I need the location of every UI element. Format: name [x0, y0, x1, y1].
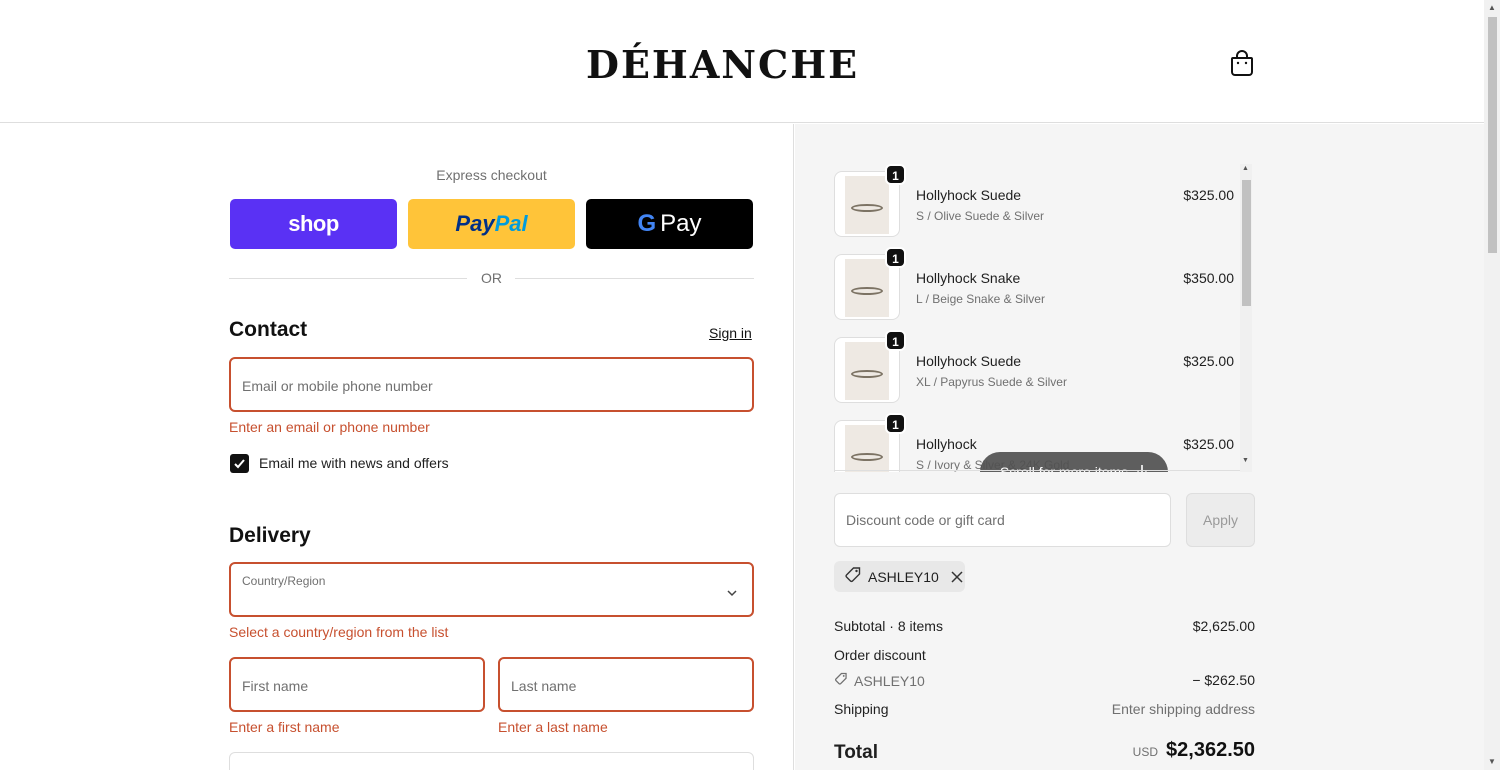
item-name: Hollyhock Suede [916, 187, 1022, 203]
newsletter-checkbox[interactable] [230, 454, 249, 473]
express-checkout-label: Express checkout [436, 167, 547, 183]
country-region-label: Country/Region [242, 574, 326, 588]
shipping-value: Enter shipping address [1111, 701, 1255, 717]
items-scrollbar-thumb[interactable] [1242, 180, 1251, 306]
checkout-form-column: Express checkout shop Pay Pal G Pay OR Co… [0, 124, 794, 770]
address-field[interactable] [229, 752, 754, 770]
divider [834, 470, 1240, 471]
summary-discount-code: ASHLEY10 [854, 672, 925, 689]
quantity-badge: 1 [885, 330, 906, 351]
total-row: Total USD $2,362.50 [834, 739, 1255, 764]
or-divider: OR [229, 270, 754, 288]
last-name-error: Enter a last name [498, 719, 608, 735]
page-scroll-up-icon[interactable]: ▲ [1488, 3, 1496, 12]
page-scroll-down-icon[interactable]: ▼ [1488, 757, 1496, 766]
item-variant: XL / Papyrus Suede & Silver [916, 375, 1067, 389]
google-pay-button[interactable]: G Pay [586, 199, 753, 249]
page-scrollbar[interactable]: ▲ ▼ [1484, 0, 1500, 770]
shipping-label: Shipping [834, 701, 889, 717]
remove-discount-icon[interactable] [951, 570, 963, 583]
shipping-row: Shipping Enter shipping address [834, 701, 1255, 717]
shopping-bag-icon[interactable] [1229, 49, 1255, 77]
item-variant: S / Olive Suede & Silver [916, 209, 1045, 223]
currency-code: USD [1132, 745, 1159, 759]
last-name-field[interactable]: Last name [498, 657, 754, 712]
sign-in-link[interactable]: Sign in [709, 325, 752, 341]
subtotal-row: Subtotal · 8 items $2,625.00 [834, 618, 1255, 634]
google-pay-label: Pay [660, 210, 702, 237]
cart-items-list[interactable]: 1 Hollyhock Suede S / Olive Suede & Silv… [834, 164, 1240, 472]
google-g-icon: G [637, 210, 657, 237]
discount-code-row: ASHLEY10 − $262.50 [834, 672, 1255, 689]
quantity-badge: 1 [885, 164, 906, 185]
item-price: $325.00 [1183, 353, 1234, 369]
item-name: Hollyhock Suede [916, 353, 1022, 369]
delivery-heading: Delivery [229, 524, 311, 547]
discount-code-input[interactable]: Discount code or gift card [834, 493, 1171, 547]
order-summary-column: 1 Hollyhock Suede S / Olive Suede & Silv… [795, 124, 1484, 770]
scroll-down-arrow-icon[interactable]: ▼ [1242, 457, 1249, 464]
paypal-label-part2: Pal [494, 211, 528, 236]
first-name-field[interactable]: First name [229, 657, 485, 712]
subtotal-label: Subtotal · 8 items [834, 618, 943, 634]
apply-discount-button[interactable]: Apply [1186, 493, 1255, 547]
discount-value: − $262.50 [1192, 672, 1255, 688]
quantity-badge: 1 [885, 247, 906, 268]
scroll-up-arrow-icon[interactable]: ▲ [1242, 165, 1249, 172]
order-discount-label: Order discount [834, 647, 926, 663]
contact-heading: Contact [229, 318, 308, 341]
applied-discount-tag: ASHLEY10 [834, 561, 965, 592]
paypal-button[interactable]: Pay Pal [408, 199, 575, 249]
item-price: $325.00 [1183, 436, 1234, 452]
first-name-placeholder: First name [242, 678, 309, 694]
item-name: Hollyhock Snake [916, 270, 1021, 286]
shop-pay-label: shop [288, 211, 339, 236]
page-scrollbar-thumb[interactable] [1488, 17, 1497, 253]
order-discount-row: Order discount [834, 647, 1255, 663]
or-label: OR [481, 270, 502, 286]
discount-placeholder: Discount code or gift card [846, 512, 1005, 528]
cart-item: 1 Hollyhock Snake L / Beige Snake & Silv… [834, 247, 1234, 320]
quantity-badge: 1 [885, 413, 906, 434]
cart-item: 1 Hollyhock Suede S / Olive Suede & Silv… [834, 164, 1234, 237]
cart-item: 1 Hollyhock Suede XL / Papyrus Suede & S… [834, 330, 1234, 403]
item-price: $325.00 [1183, 187, 1234, 203]
total-label: Total [834, 742, 878, 763]
item-variant: L / Beige Snake & Silver [916, 292, 1045, 306]
country-region-select[interactable]: Country/Region [229, 562, 754, 617]
first-name-error: Enter a first name [229, 719, 340, 735]
applied-code-label: ASHLEY10 [868, 568, 939, 585]
item-name: Hollyhock [916, 436, 977, 452]
last-name-placeholder: Last name [511, 678, 577, 694]
email-error: Enter an email or phone number [229, 419, 430, 435]
paypal-label-part1: Pay [455, 211, 495, 236]
item-price: $350.00 [1183, 270, 1234, 286]
email-placeholder: Email or mobile phone number [242, 378, 433, 394]
items-scrollbar[interactable]: ▲ ▼ [1240, 164, 1252, 472]
tag-icon [834, 672, 848, 689]
header: DÉHANCHE [0, 0, 1484, 123]
email-field[interactable]: Email or mobile phone number [229, 357, 754, 412]
tag-icon [844, 566, 862, 587]
shop-pay-button[interactable]: shop [230, 199, 397, 249]
total-value: $2,362.50 [1166, 739, 1255, 761]
subtotal-value: $2,625.00 [1192, 618, 1255, 634]
scroll-for-more-button[interactable]: Scroll for more items [980, 452, 1168, 472]
chevron-down-icon [726, 584, 738, 602]
brand-logo[interactable]: DÉHANCHE [586, 42, 859, 88]
country-error: Select a country/region from the list [229, 624, 449, 640]
newsletter-label: Email me with news and offers [259, 455, 449, 471]
